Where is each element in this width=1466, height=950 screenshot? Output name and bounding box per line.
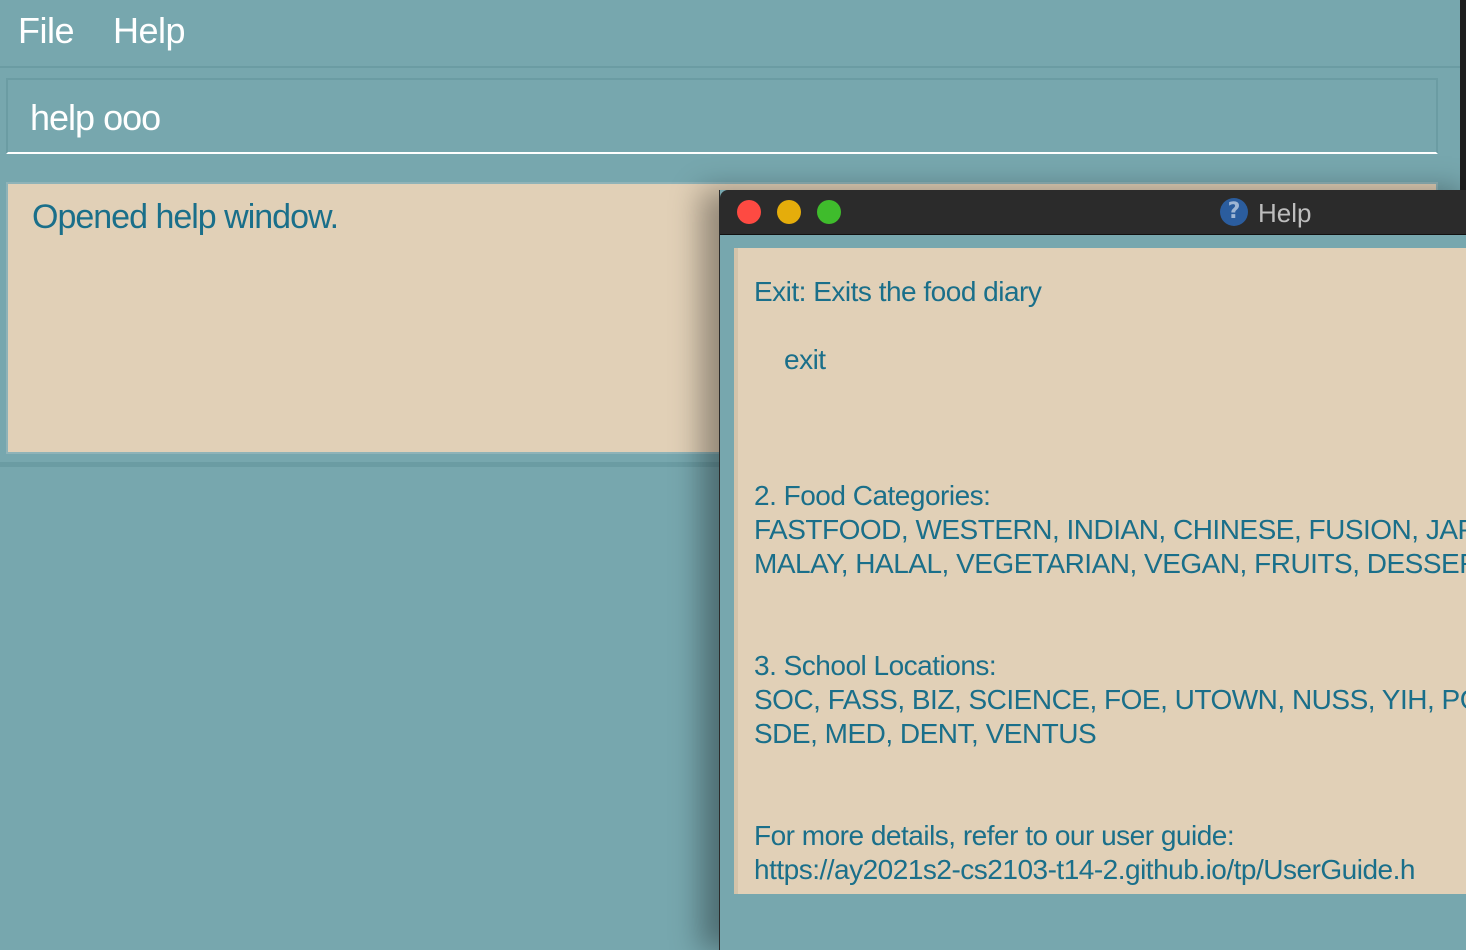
close-button[interactable] [737,200,761,224]
help-user-guide-link[interactable]: https://ay2021s2-cs2103-t14-2.github.io/… [754,854,1415,886]
question-icon: ? [1220,198,1248,226]
menu-bar: File Help [0,0,1460,68]
help-categories-line1: FASTFOOD, WESTERN, INDIAN, CHINESE, FUSI… [754,514,1466,545]
help-content[interactable]: Exit: Exits the food diary exit 2. Food … [734,248,1466,894]
menu-help[interactable]: Help [113,10,186,52]
minimize-button[interactable] [777,200,801,224]
command-box [6,78,1438,154]
help-details-text: For more details, refer to our user guid… [754,820,1235,851]
help-exit-command: exit [784,344,826,375]
help-locations-line2: SDE, MED, DENT, VENTUS [754,718,1097,749]
help-locations-heading: 3. School Locations: [754,650,997,681]
help-window: ? Help Exit: Exits the food diary exit 2… [719,190,1466,950]
help-exit-description: Exit: Exits the food diary [754,276,1042,307]
result-message: Opened help window. [32,198,339,236]
help-titlebar[interactable]: ? Help [720,190,1466,235]
help-locations-line1: SOC, FASS, BIZ, SCIENCE, FOE, UTOWN, NUS… [754,684,1466,715]
command-input[interactable] [30,96,1410,140]
help-categories-line2: MALAY, HALAL, VEGETARIAN, VEGAN, FRUITS,… [754,548,1466,579]
help-window-title: Help [1258,198,1312,228]
menu-file[interactable]: File [18,10,75,52]
maximize-button[interactable] [817,200,841,224]
window-edge [1460,0,1466,190]
result-divider [0,462,720,467]
help-categories-heading: 2. Food Categories: [754,480,991,511]
